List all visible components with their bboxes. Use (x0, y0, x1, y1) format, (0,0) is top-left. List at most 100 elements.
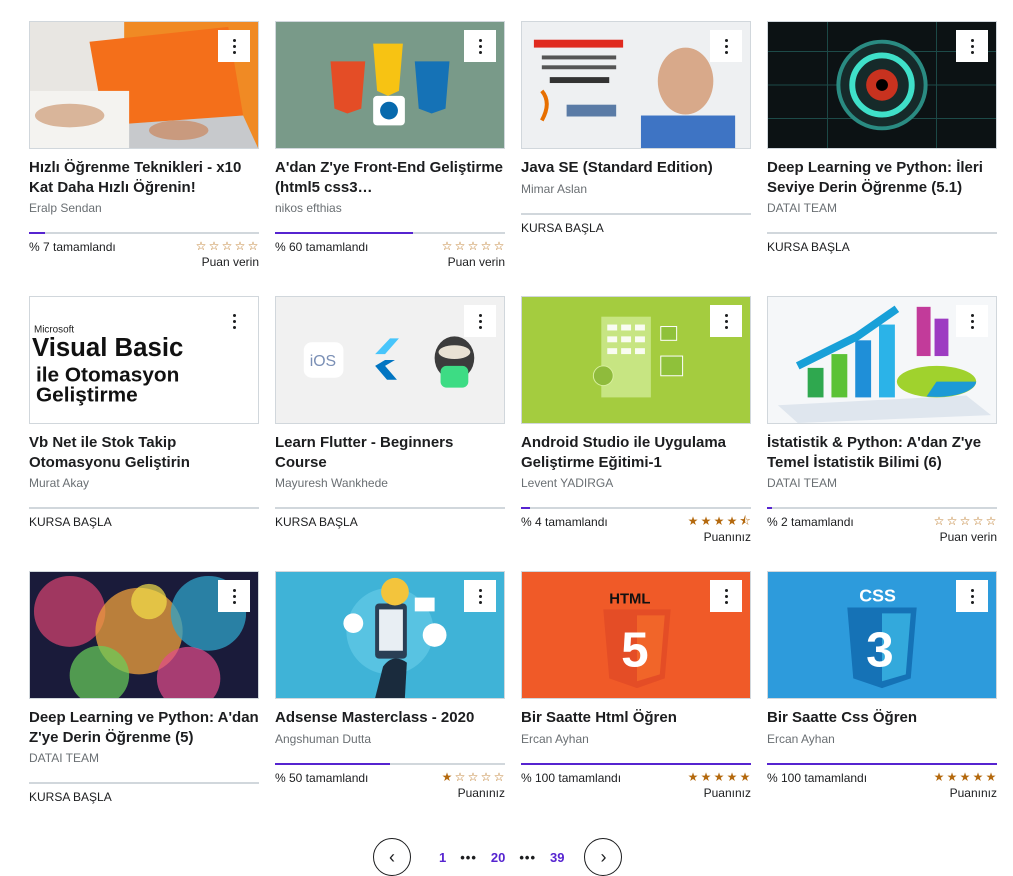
page-link-first[interactable]: 1 (429, 850, 456, 865)
more-options-button[interactable] (956, 305, 988, 337)
star-filled-icon[interactable]: ★ (726, 771, 738, 783)
rating-label[interactable]: Puanınız (458, 786, 505, 800)
star-filled-icon[interactable]: ★ (687, 515, 699, 527)
star-empty-icon[interactable]: ☆ (221, 240, 233, 252)
star-filled-icon[interactable]: ★ (972, 771, 984, 783)
more-options-button[interactable] (464, 30, 496, 62)
rating-stars[interactable]: ☆ ☆ ☆ ☆ ☆ (195, 240, 259, 252)
more-options-button[interactable] (218, 30, 250, 62)
course-card[interactable]: iOS Learn Flutter - Beginners Course May… (275, 296, 505, 571)
more-options-button[interactable] (710, 580, 742, 612)
rating-label[interactable]: Puan verin (202, 255, 259, 269)
star-empty-icon[interactable]: ☆ (247, 240, 259, 252)
star-filled-icon[interactable]: ★ (441, 771, 453, 783)
course-title[interactable]: Vb Net ile Stok Takip Otomasyonu Gelişti… (29, 433, 259, 472)
more-options-button[interactable] (218, 580, 250, 612)
more-options-button[interactable] (218, 305, 250, 337)
course-title[interactable]: A'dan Z'ye Front-End Geliştirme (html5 c… (275, 158, 505, 197)
course-thumbnail[interactable] (275, 571, 505, 699)
course-card[interactable]: Microsoft Visual Basic ile Otomasyon Gel… (29, 296, 259, 571)
next-page-button[interactable]: › (584, 838, 623, 876)
more-options-button[interactable] (464, 580, 496, 612)
rating-label[interactable]: Puan verin (448, 255, 505, 269)
rating[interactable]: ★ ★ ★ ★ ★ Puanınız (687, 771, 751, 800)
rating[interactable]: ☆ ☆ ☆ ☆ ☆ Puan verin (441, 240, 505, 269)
star-filled-icon[interactable]: ★ (713, 515, 725, 527)
course-title[interactable]: Hızlı Öğrenme Teknikleri - x10 Kat Daha … (29, 158, 259, 197)
more-options-button[interactable] (464, 305, 496, 337)
star-empty-icon[interactable]: ☆ (467, 771, 479, 783)
course-card[interactable]: Adsense Masterclass - 2020 Angshuman Dut… (275, 571, 505, 846)
more-options-button[interactable] (956, 30, 988, 62)
course-thumbnail[interactable] (29, 21, 259, 149)
course-card[interactable]: Deep Learning ve Python: İleri Seviye De… (767, 21, 997, 296)
course-thumbnail[interactable] (275, 21, 505, 149)
star-empty-icon[interactable]: ☆ (493, 240, 505, 252)
course-thumbnail[interactable]: HTML 5 (521, 571, 751, 699)
course-thumbnail[interactable] (521, 296, 751, 424)
rating-label[interactable]: Puanınız (704, 786, 751, 800)
star-empty-icon[interactable]: ☆ (480, 240, 492, 252)
rating-stars[interactable]: ☆ ☆ ☆ ☆ ☆ (933, 515, 997, 527)
star-filled-icon[interactable]: ★ (687, 771, 699, 783)
star-filled-icon[interactable]: ★ (700, 515, 712, 527)
course-title[interactable]: Adsense Masterclass - 2020 (275, 708, 505, 728)
course-thumbnail[interactable]: iOS (275, 296, 505, 424)
rating[interactable]: ★ ☆ ☆ ☆ ☆ Puanınız (441, 771, 505, 800)
star-empty-icon[interactable]: ☆ (933, 515, 945, 527)
star-empty-icon[interactable]: ☆ (959, 515, 971, 527)
start-course-link[interactable]: KURSA BAŞLA (275, 515, 358, 529)
start-course-link[interactable]: KURSA BAŞLA (29, 515, 112, 529)
start-course-link[interactable]: KURSA BAŞLA (521, 221, 604, 235)
rating-stars[interactable]: ★ ☆ ☆ ☆ ☆ (441, 771, 505, 783)
star-empty-icon[interactable]: ☆ (985, 515, 997, 527)
rating-stars[interactable]: ★ ★ ★ ★ ★ (933, 771, 997, 783)
star-empty-icon[interactable]: ☆ (467, 240, 479, 252)
star-empty-icon[interactable]: ☆ (234, 240, 246, 252)
rating-label[interactable]: Puanınız (704, 530, 751, 544)
start-course-link[interactable]: KURSA BAŞLA (29, 790, 112, 804)
star-empty-icon[interactable]: ☆ (480, 771, 492, 783)
course-title[interactable]: Android Studio ile Uygulama Geliştirme E… (521, 433, 751, 472)
star-filled-icon[interactable]: ★ (700, 771, 712, 783)
course-title[interactable]: Deep Learning ve Python: İleri Seviye De… (767, 158, 997, 197)
star-empty-icon[interactable]: ☆ (454, 240, 466, 252)
course-title[interactable]: Bir Saatte Css Öğren (767, 708, 997, 728)
star-filled-icon[interactable]: ★ (946, 771, 958, 783)
course-thumbnail[interactable] (767, 296, 997, 424)
prev-page-button[interactable]: ‹ (373, 838, 411, 876)
rating-label[interactable]: Puan verin (940, 530, 997, 544)
course-card[interactable]: Android Studio ile Uygulama Geliştirme E… (521, 296, 751, 571)
star-filled-icon[interactable]: ★ (985, 771, 997, 783)
star-empty-icon[interactable]: ☆ (208, 240, 220, 252)
rating-stars[interactable]: ☆ ☆ ☆ ☆ ☆ (441, 240, 505, 252)
course-thumbnail[interactable] (29, 571, 259, 699)
course-title[interactable]: İstatistik & Python: A'dan Z'ye Temel İs… (767, 433, 997, 472)
star-empty-icon[interactable]: ☆ (441, 240, 453, 252)
course-card[interactable]: Hızlı Öğrenme Teknikleri - x10 Kat Daha … (29, 21, 259, 296)
rating-stars[interactable]: ★ ★ ★ ★ ★ (687, 771, 751, 783)
course-title[interactable]: Bir Saatte Html Öğren (521, 708, 751, 728)
course-card[interactable]: A'dan Z'ye Front-End Geliştirme (html5 c… (275, 21, 505, 296)
star-half-icon[interactable]: ⯪ (739, 515, 751, 527)
star-filled-icon[interactable]: ★ (713, 771, 725, 783)
course-card[interactable]: Deep Learning ve Python: A'dan Z'ye Deri… (29, 571, 259, 846)
star-filled-icon[interactable]: ★ (933, 771, 945, 783)
course-card[interactable]: CSS 3 Bir Saatte Css Öğren Ercan Ayhan %… (767, 571, 997, 846)
course-thumbnail[interactable]: Microsoft Visual Basic ile Otomasyon Gel… (29, 296, 259, 424)
course-thumbnail[interactable] (767, 21, 997, 149)
course-card[interactable]: HTML 5 Bir Saatte Html Öğren Ercan Ayhan… (521, 571, 751, 846)
more-options-button[interactable] (710, 30, 742, 62)
star-empty-icon[interactable]: ☆ (946, 515, 958, 527)
star-filled-icon[interactable]: ★ (959, 771, 971, 783)
star-empty-icon[interactable]: ☆ (493, 771, 505, 783)
more-options-button[interactable] (956, 580, 988, 612)
rating[interactable]: ☆ ☆ ☆ ☆ ☆ Puan verin (933, 515, 997, 544)
course-thumbnail[interactable]: CSS 3 (767, 571, 997, 699)
star-filled-icon[interactable]: ★ (726, 515, 738, 527)
course-thumbnail[interactable] (521, 21, 751, 149)
course-title[interactable]: Deep Learning ve Python: A'dan Z'ye Deri… (29, 708, 259, 747)
course-card[interactable]: Java SE (Standard Edition) Mimar Aslan K… (521, 21, 751, 296)
course-title[interactable]: Java SE (Standard Edition) (521, 158, 751, 178)
star-empty-icon[interactable]: ☆ (972, 515, 984, 527)
